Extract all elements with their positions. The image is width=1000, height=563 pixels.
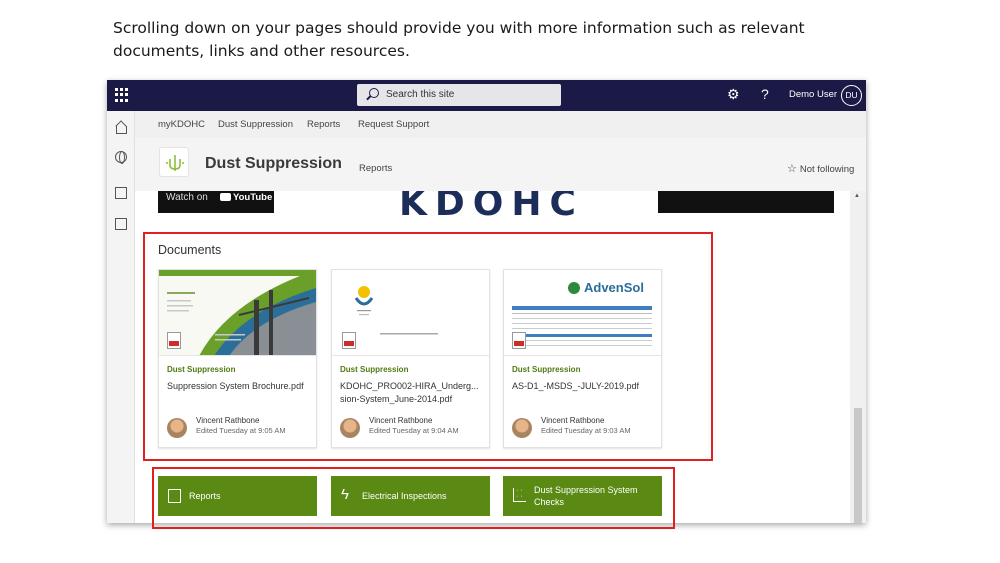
site-title[interactable]: Dust Suppression <box>205 155 342 173</box>
left-app-bar <box>107 111 135 523</box>
page-icon[interactable] <box>115 218 127 230</box>
video-embed[interactable]: Watch on YouTube <box>158 191 274 213</box>
hub-nav-reports[interactable]: Reports <box>307 119 340 130</box>
slide: Scrolling down on your pages should prov… <box>0 0 1000 563</box>
site-nav-reports[interactable]: Reports <box>359 163 392 174</box>
follow-button[interactable]: ☆ Not following <box>787 162 854 175</box>
video-banner-text: KDOHC <box>399 191 584 224</box>
search-placeholder: Search this site <box>386 89 455 100</box>
news-icon[interactable] <box>115 187 127 199</box>
hub-nav-dust-suppression[interactable]: Dust Suppression <box>218 119 293 130</box>
scroll-up-arrow-icon[interactable]: ▲ <box>854 193 860 199</box>
user-name[interactable]: Demo User <box>789 89 837 100</box>
help-icon[interactable]: ? <box>761 86 769 102</box>
slide-caption: Scrolling down on your pages should prov… <box>113 19 805 60</box>
watch-on-label: Watch on <box>166 192 208 203</box>
star-icon: ☆ <box>787 163 797 175</box>
hub-nav-mykdohc[interactable]: myKDOHC <box>158 119 205 130</box>
user-avatar[interactable]: DU <box>841 85 862 106</box>
search-box[interactable]: Search this site <box>357 84 561 106</box>
scrollbar-thumb[interactable] <box>854 408 862 523</box>
settings-gear-icon[interactable]: ⚙ <box>727 87 741 101</box>
video-frame-edge <box>658 191 834 213</box>
documents-highlight-box <box>143 232 713 461</box>
site-logo[interactable] <box>159 147 189 177</box>
home-icon[interactable] <box>115 122 127 134</box>
hub-nav-request-support[interactable]: Request Support <box>358 119 429 130</box>
site-header: Dust Suppression Reports ☆ Not following <box>135 138 866 191</box>
quicklinks-highlight-box <box>152 467 675 529</box>
youtube-logo: YouTube <box>220 192 272 203</box>
search-icon <box>369 88 379 98</box>
suite-bar: Search this site ⚙ ? Demo User DU <box>107 80 866 111</box>
app-launcher-icon[interactable] <box>115 88 129 102</box>
follow-label: Not following <box>799 164 855 175</box>
globe-icon[interactable] <box>115 151 127 164</box>
hub-navigation: myKDOHC Dust Suppression Reports Request… <box>135 111 866 138</box>
page-scrollbar[interactable]: ▲ <box>850 191 866 523</box>
